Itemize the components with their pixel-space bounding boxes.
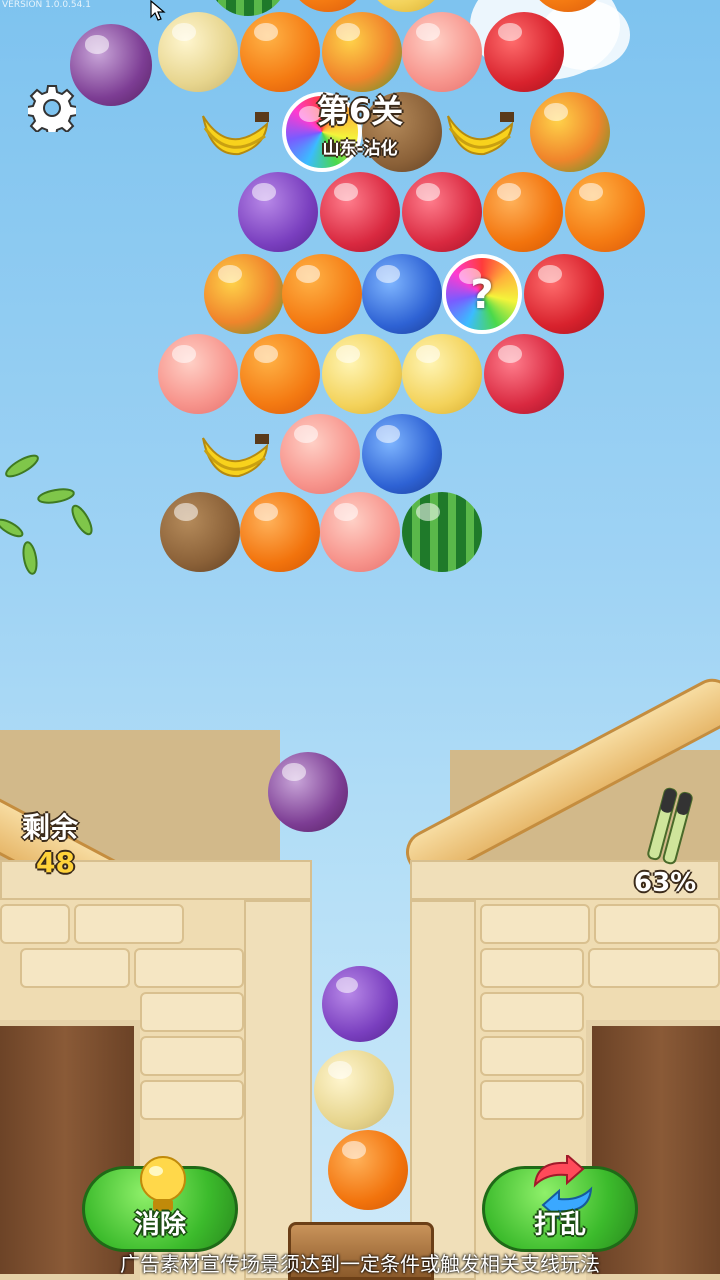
- bamboo-icon: [646, 786, 694, 866]
- ad-disclaimer: 广告素材宣传场景须达到一定条件或触发相关支线玩法: [120, 1252, 600, 1276]
- board-fruit-orange[interactable]: [240, 12, 320, 92]
- board-fruit-persimmon[interactable]: [483, 172, 563, 252]
- brick: [480, 904, 590, 944]
- mouse-cursor-icon: [150, 0, 166, 26]
- board-fruit-banana[interactable]: [440, 92, 520, 172]
- board-fruit-pomelo[interactable]: [322, 334, 402, 414]
- board-fruit-persimmon[interactable]: [240, 492, 320, 572]
- brick: [0, 904, 70, 944]
- remaining-count: 48: [36, 846, 75, 879]
- board-fruit-mystery[interactable]: ?: [442, 254, 522, 334]
- board-fruit-raspberry[interactable]: [320, 172, 400, 252]
- board-fruit-orange[interactable]: [282, 254, 362, 334]
- game-scene: VERSION 1.0.0.54.1 第6关 山东-沾化 ? 剩余 48 63%…: [0, 0, 720, 1280]
- board-fruit-melon[interactable]: [158, 12, 238, 92]
- board-fruit[interactable]: [288, 0, 368, 12]
- brick: [140, 1080, 244, 1120]
- brick: [480, 948, 584, 988]
- remaining-label: 剩余: [22, 811, 79, 844]
- shuffle-button[interactable]: 打乱: [482, 1152, 638, 1252]
- brick: [74, 904, 184, 944]
- board-fruit-blueberry[interactable]: [362, 254, 442, 334]
- board-fruit-peach[interactable]: [280, 414, 360, 494]
- board-fruit[interactable]: [366, 0, 446, 12]
- stack-fruit-persimmon: [328, 1130, 408, 1210]
- brick: [140, 992, 244, 1032]
- version-label: VERSION 1.0.0.54.1: [2, 0, 91, 10]
- board-fruit-kiwi[interactable]: [160, 492, 240, 572]
- board-fruit-mango[interactable]: [322, 12, 402, 92]
- eliminate-button[interactable]: 消除: [82, 1156, 238, 1252]
- board-fruit-orange[interactable]: [240, 334, 320, 414]
- brick: [480, 992, 584, 1032]
- board-fruit-banana[interactable]: [195, 92, 275, 172]
- brick: [480, 1080, 584, 1120]
- progress-percent: 63%: [634, 868, 697, 898]
- board-fruit-mango[interactable]: [530, 92, 610, 172]
- brick: [588, 948, 720, 988]
- board-fruit-peach[interactable]: [402, 12, 482, 92]
- board-fruit-banana[interactable]: [195, 414, 275, 494]
- board-fruit-raspberry[interactable]: [484, 334, 564, 414]
- board-fruit-blueberry[interactable]: [362, 414, 442, 494]
- board-fruit-peach[interactable]: [158, 334, 238, 414]
- brick: [20, 948, 130, 988]
- settings-gear-icon[interactable]: [26, 84, 78, 137]
- stack-fruit-grape: [322, 966, 398, 1042]
- brick: [140, 1036, 244, 1076]
- board-fruit-pomegranate[interactable]: [484, 12, 564, 92]
- shuffle-label: 打乱: [533, 1210, 586, 1240]
- board-fruit-watermelon[interactable]: [402, 492, 482, 572]
- board-fruit-grape[interactable]: [238, 172, 318, 252]
- falling-fruit-onion: [268, 752, 348, 832]
- board-fruit-pomelo[interactable]: [402, 334, 482, 414]
- eliminate-label: 消除: [133, 1210, 186, 1240]
- stack-fruit-melon: [314, 1050, 394, 1130]
- board-fruit-raspberry[interactable]: [402, 172, 482, 252]
- board-fruit-peach[interactable]: [320, 492, 400, 572]
- board-fruit-onion[interactable]: [70, 24, 152, 106]
- board-fruit-pomegranate[interactable]: [524, 254, 604, 334]
- board-fruit-orange[interactable]: [565, 172, 645, 252]
- board-fruit-mango[interactable]: [204, 254, 284, 334]
- brick: [134, 948, 244, 988]
- level-title: 第6关: [316, 92, 404, 130]
- brick: [594, 904, 720, 944]
- level-subtitle: 山东-沾化: [322, 139, 398, 159]
- brick: [480, 1036, 584, 1076]
- peapod-icon: [0, 448, 104, 584]
